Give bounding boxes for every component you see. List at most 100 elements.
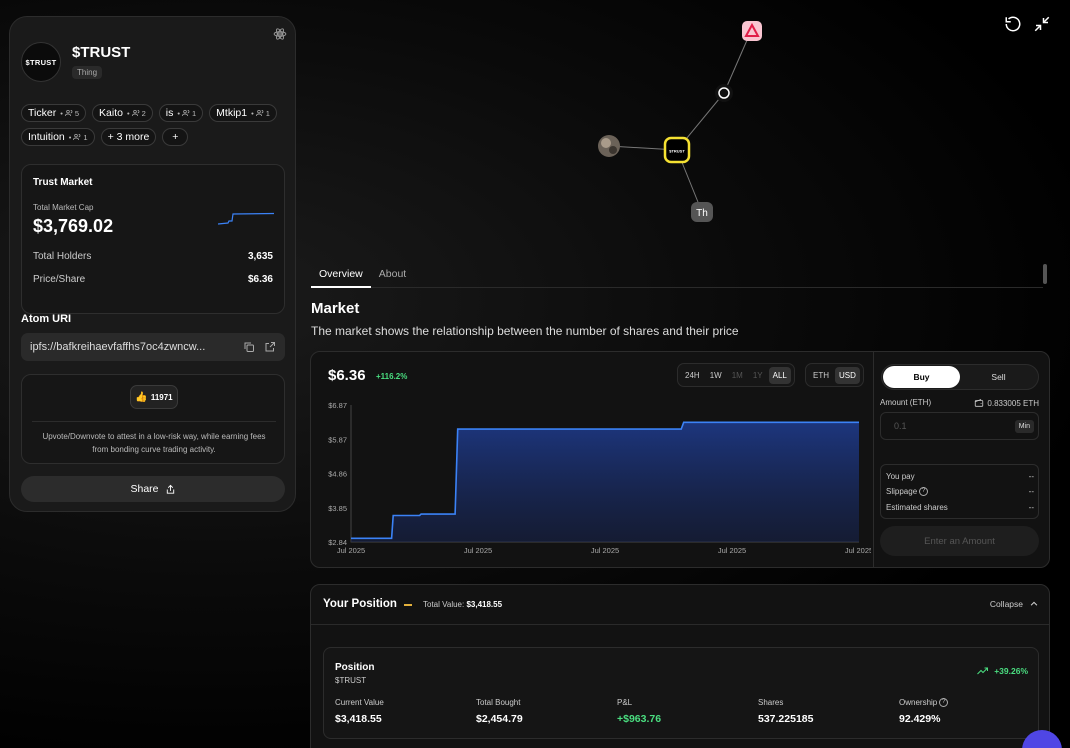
share-button[interactable]: Share — [21, 476, 285, 502]
stat-ownership: Ownership? 92.429% — [899, 698, 949, 725]
stat-value: 537.225185 — [758, 713, 814, 725]
trade-panel: Buy Sell Amount (ETH) 0.833005 ETH 0.1 M… — [873, 352, 1049, 567]
tag-label: Kaito — [99, 107, 123, 119]
tag-label: Intuition — [28, 131, 65, 143]
wallet-balance: 0.833005 ETH — [974, 398, 1039, 408]
range-24h[interactable]: 24H — [681, 367, 704, 384]
tag-chip[interactable]: Mtkip1 • 1 — [209, 104, 277, 122]
balance-value: 0.833005 ETH — [987, 398, 1039, 408]
est-shares-value: -- — [1028, 503, 1034, 512]
atom-graph: $TRUST Th — [598, 21, 762, 222]
atom-uri-label: Atom URI — [21, 313, 72, 325]
x-tick-label: Jul 2025 — [464, 546, 492, 555]
tag-label: Ticker — [28, 107, 57, 119]
min-button[interactable]: Min — [1014, 419, 1034, 433]
trending-up-icon — [977, 667, 989, 675]
stat-label: Shares — [758, 698, 784, 707]
position-title: Your Position — [323, 598, 397, 610]
share-icon — [166, 484, 174, 494]
tag-chip[interactable]: Intuition • 1 — [21, 128, 95, 146]
you-pay-value: -- — [1028, 472, 1034, 481]
tag-count: 1 — [265, 108, 270, 118]
graph-node-th[interactable]: Th — [691, 202, 713, 222]
you-pay-label: You pay — [886, 472, 915, 481]
graph-node-pink[interactable] — [742, 21, 762, 41]
tab-about[interactable]: About — [371, 260, 414, 288]
range-all[interactable]: ALL — [768, 366, 791, 384]
vote-card: 👍 11971 Upvote/Downvote to attest in a l… — [21, 374, 285, 464]
upvote-count: 11971 — [150, 392, 173, 402]
stat-pnl: P&L +$963.76 — [617, 698, 661, 725]
market-subtitle: The market shows the relationship betwee… — [311, 324, 739, 338]
y-tick-label: $5.87 — [328, 435, 347, 444]
graph-node-ring[interactable] — [715, 84, 733, 102]
y-tick-label: $4.86 — [328, 470, 347, 479]
amount-placeholder: 0.1 — [894, 421, 907, 431]
atom-type-badge: Thing — [72, 66, 103, 79]
tag-chip[interactable]: is • 1 — [158, 104, 204, 122]
help-icon[interactable]: ? — [919, 487, 929, 497]
atom-uri-value: ipfs://bafkreihaevfaffhs7oc4zwncw... — [30, 341, 206, 353]
stat-label: Total Bought — [476, 698, 521, 707]
tag-label: Mtkip1 — [216, 107, 248, 119]
buy-sell-toggle: Buy Sell — [881, 364, 1039, 390]
stat-value: $2,454.79 — [476, 713, 523, 725]
tag-chip[interactable]: Kaito • 2 — [92, 104, 153, 122]
divider — [32, 421, 276, 422]
graph-node-center[interactable]: $TRUST — [663, 136, 691, 164]
copy-icon[interactable] — [243, 341, 255, 353]
scrollbar-thumb[interactable] — [1043, 264, 1047, 284]
price-value: $6.36 — [247, 274, 273, 285]
price-label: Price/Share — [33, 274, 86, 285]
tag-chip[interactable]: Ticker • 5 — [21, 104, 87, 122]
position-card-title: Position — [335, 662, 375, 673]
wallet-icon — [975, 399, 984, 407]
position-card-sub: $TRUST — [335, 676, 367, 685]
stat-current-value: Current Value $3,418.55 — [335, 698, 384, 725]
tab-overview[interactable]: Overview — [311, 260, 371, 288]
graph-th-label: Th — [696, 208, 708, 219]
upvote-button[interactable]: 👍 11971 — [130, 385, 178, 409]
sell-tab[interactable]: Sell — [960, 366, 1037, 388]
minimize-icon[interactable] — [1033, 15, 1051, 33]
unit-usd[interactable]: USD — [835, 366, 860, 384]
est-shares-row: Estimated shares -- — [886, 503, 1034, 512]
market-cap-value: $3,769.02 — [33, 216, 114, 236]
range-1w[interactable]: 1W — [706, 367, 726, 384]
help-icon[interactable]: ? — [939, 698, 949, 708]
share-label: Share — [130, 483, 159, 495]
market-cap-label: Total Market Cap — [33, 203, 94, 212]
add-tag-button[interactable]: + — [162, 128, 189, 146]
atom-panel: $TRUST $TRUST Thing Ticker • 5 Kaito • 2 i… — [9, 16, 296, 512]
buy-tab[interactable]: Buy — [883, 366, 960, 388]
price-chart: $6.87$5.87$4.86$3.85$2.84Jul 2025 Jul 202… — [328, 401, 871, 555]
atom-settings-icon[interactable] — [272, 26, 288, 42]
more-tags-button[interactable]: + 3 more — [100, 128, 157, 146]
users-icon — [182, 110, 190, 117]
thumbs-up-icon: 👍 — [135, 391, 148, 403]
position-detail: Position $TRUST +39.26% Current Value $3… — [323, 647, 1039, 739]
tag-count: 5 — [74, 108, 80, 118]
unit-eth[interactable]: ETH — [809, 367, 833, 384]
market-chart-card: $6.36 +116.2% 24H 1W 1M 1Y ALL ETH USD $… — [310, 351, 1050, 568]
users-icon — [255, 110, 264, 117]
amount-label: Amount (ETH) — [880, 398, 932, 407]
range-1m[interactable]: 1M — [728, 367, 747, 384]
users-icon — [73, 134, 81, 141]
atom-title: $TRUST — [72, 44, 131, 61]
stat-label: Ownership — [899, 698, 938, 707]
collapse-label: Collapse — [989, 599, 1023, 609]
amount-input[interactable]: 0.1 Min — [880, 412, 1039, 440]
x-tick-label: Jul 2025 — [337, 546, 365, 555]
reset-icon[interactable] — [1004, 15, 1022, 33]
slippage-value: -- — [1028, 487, 1034, 496]
external-link-icon[interactable] — [264, 341, 276, 353]
position-dash — [404, 604, 412, 606]
range-1y[interactable]: 1Y — [749, 367, 767, 384]
chart-price: $6.36 — [328, 367, 366, 384]
graph-node-image[interactable] — [598, 135, 620, 157]
enter-amount-button[interactable]: Enter an Amount — [880, 526, 1039, 556]
slippage-row: Slippage? -- — [886, 487, 1034, 497]
collapse-button[interactable]: Collapse — [990, 599, 1039, 609]
position-header[interactable]: Your Position Total Value: $3,418.55 Col… — [311, 585, 1049, 625]
